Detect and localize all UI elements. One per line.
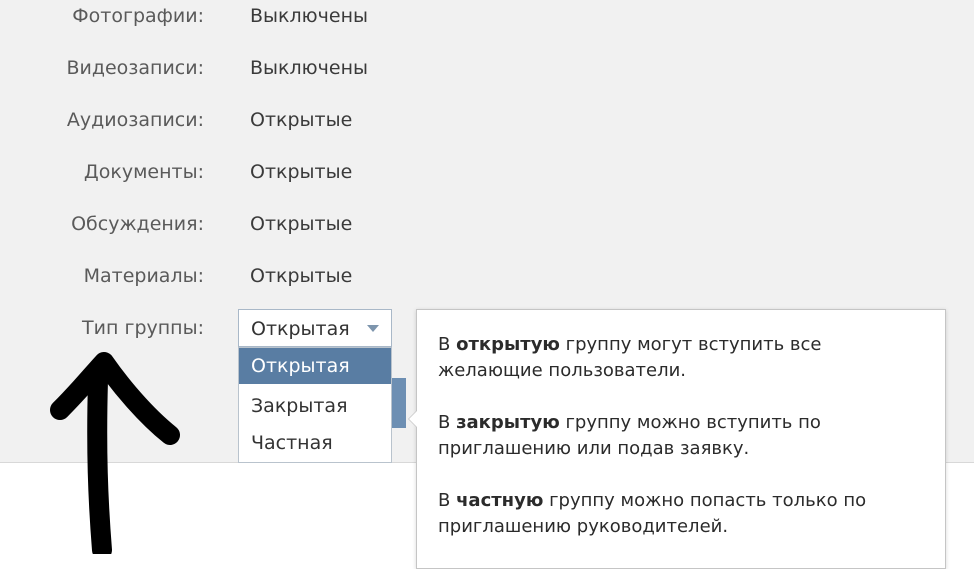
hand-drawn-arrow-up-icon (50, 352, 180, 554)
materials-value[interactable]: Открытые (250, 265, 352, 287)
videos-label: Видеозаписи: (66, 57, 204, 79)
discussions-label: Обсуждения: (71, 213, 204, 235)
photos-label: Фотографии: (72, 5, 204, 27)
tooltip-private-description: В частную группу можно попасть только по… (438, 490, 867, 537)
documents-value[interactable]: Открытые (250, 161, 352, 183)
chevron-down-icon[interactable] (367, 325, 379, 332)
tooltip-private-keyword: частную (456, 490, 544, 511)
photos-value[interactable]: Выключены (250, 5, 368, 27)
group-type-select[interactable]: Открытая (238, 309, 392, 347)
option-open[interactable]: Открытая (239, 348, 391, 384)
group-type-tooltip: В открытую группу могут вступить все жел… (408, 309, 946, 569)
audio-value[interactable]: Открытые (250, 109, 352, 131)
save-button-partial[interactable] (392, 378, 406, 428)
group-type-selected-value: Открытая (251, 318, 350, 340)
documents-label: Документы: (83, 161, 204, 183)
group-type-label: Тип группы: (82, 317, 204, 339)
tooltip-closed-keyword: закрытую (456, 412, 560, 433)
tooltip-closed-description: В закрытую группу можно вступить по приг… (438, 412, 821, 459)
option-private[interactable]: Частная (239, 425, 391, 461)
tooltip-open-keyword: открытую (456, 334, 560, 355)
tooltip-open-description: В открытую группу могут вступить все жел… (438, 334, 822, 381)
option-closed[interactable]: Закрытая (239, 388, 391, 424)
discussions-value[interactable]: Открытые (250, 213, 352, 235)
audio-label: Аудиозаписи: (66, 109, 204, 131)
materials-label: Материалы: (83, 265, 204, 287)
videos-value[interactable]: Выключены (250, 57, 368, 79)
group-type-dropdown: Открытая Закрытая Частная (238, 347, 392, 463)
